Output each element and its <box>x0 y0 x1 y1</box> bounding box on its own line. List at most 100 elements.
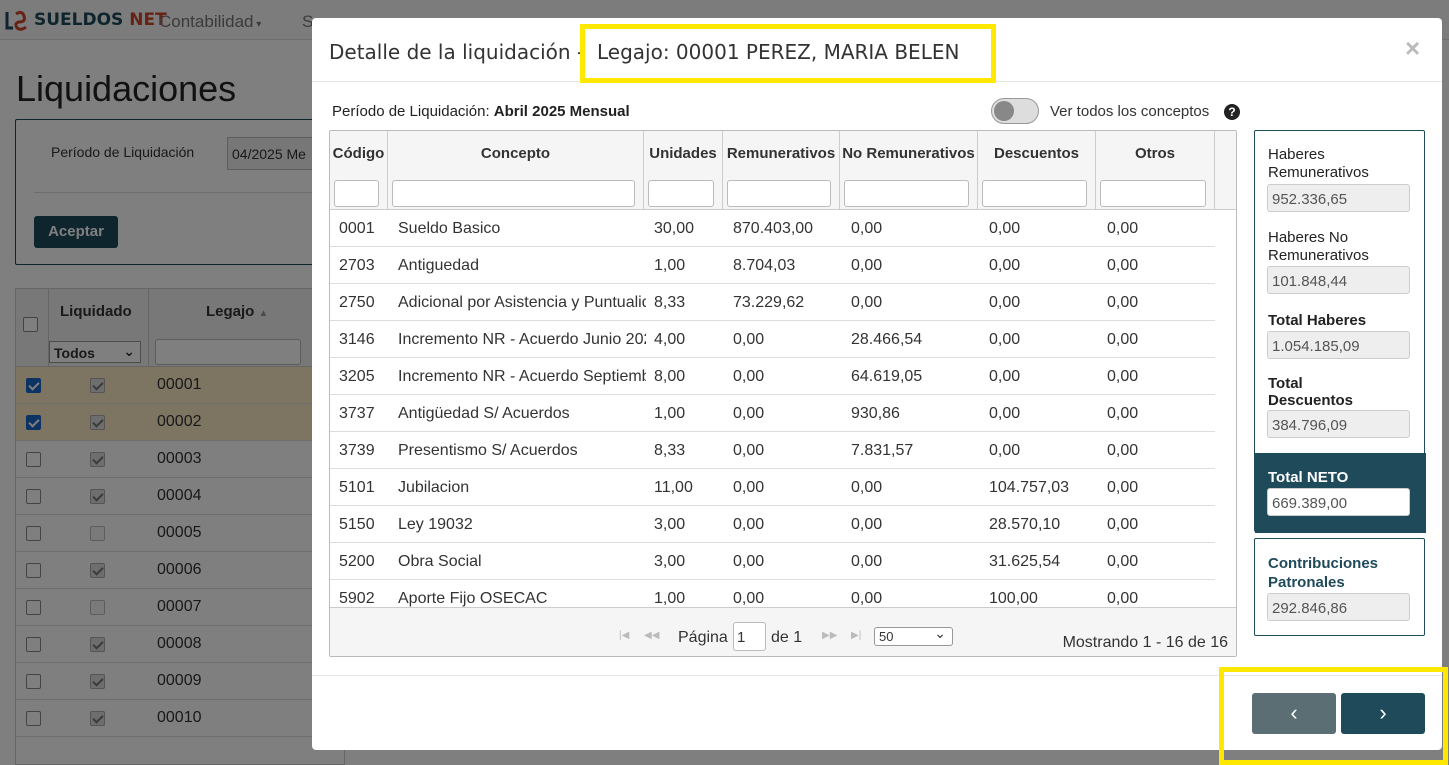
cell-codigo: 2703 <box>339 257 375 274</box>
cell-concepto: Obra Social <box>398 553 482 570</box>
cell-no-remunerativos: 0,00 <box>851 590 883 607</box>
grid-row[interactable]: 5101 Jubilacion 11,00 0,00 0,00 104.757,03 0,0… <box>330 469 1215 506</box>
cell-codigo: 3737 <box>339 405 375 422</box>
cell-remunerativos: 0,00 <box>733 368 765 385</box>
cell-descuentos: 0,00 <box>989 405 1021 422</box>
next-page-icon[interactable]: ▶▶ <box>822 630 837 641</box>
periodo-info: Período de Liquidación: Abril 2025 Mensu… <box>332 103 630 120</box>
total-hab-value: 1.054.185,09 <box>1267 331 1410 359</box>
cell-concepto: Ley 19032 <box>398 516 473 533</box>
cell-descuentos: 31.625,54 <box>989 553 1061 570</box>
cell-no-remunerativos: 0,00 <box>851 257 883 274</box>
hab-rem-label: Haberes Remunerativos <box>1268 146 1369 181</box>
cell-otros: 0,00 <box>1107 331 1139 348</box>
help-icon[interactable]: ? <box>1224 104 1240 120</box>
cell-concepto: Incremento NR - Acuerdo Septiembre <box>398 368 646 385</box>
cell-codigo: 5101 <box>339 479 375 496</box>
cell-remunerativos: 0,00 <box>733 442 765 459</box>
cell-descuentos: 28.570,10 <box>989 516 1061 533</box>
grid-row[interactable]: 2703 Antiguedad 1,00 8.704,03 0,00 0,00 0,00 <box>330 247 1215 284</box>
cell-concepto: Antigüedad S/ Acuerdos <box>398 405 570 422</box>
neto-value: 669.389,00 <box>1267 488 1410 516</box>
contrib-label: Contribuciones Patronales <box>1268 555 1379 591</box>
total-desc-value: 384.796,09 <box>1267 410 1410 438</box>
cell-no-remunerativos: 64.619,05 <box>851 368 923 385</box>
hab-norem-value: 101.848,44 <box>1267 266 1410 294</box>
cell-otros: 0,00 <box>1107 479 1139 496</box>
cell-unidades: 3,00 <box>654 553 686 570</box>
cell-no-remunerativos: 0,00 <box>851 516 883 533</box>
cell-no-remunerativos: 28.466,54 <box>851 331 923 348</box>
grid-scrollbar[interactable] <box>1215 210 1236 606</box>
cell-unidades: 30,00 <box>654 220 695 237</box>
cell-unidades: 1,00 <box>654 590 686 607</box>
cell-unidades: 1,00 <box>654 405 686 422</box>
cell-otros: 0,00 <box>1107 516 1139 533</box>
highlight-legajo <box>580 24 996 83</box>
cell-descuentos: 0,00 <box>989 257 1021 274</box>
contrib-value: 292.846,86 <box>1267 593 1410 621</box>
cell-remunerativos: 0,00 <box>733 331 765 348</box>
grid-row[interactable]: 5150 Ley 19032 3,00 0,00 0,00 28.570,10 0,00 <box>330 506 1215 543</box>
cell-descuentos: 0,00 <box>989 220 1021 237</box>
grid-pager: |◀ ◀◀ Página 1 de 1 ▶▶ ▶| 50 Mostrando 1… <box>330 607 1236 656</box>
cell-unidades: 8,33 <box>654 294 686 311</box>
cell-otros: 0,00 <box>1107 553 1139 570</box>
cell-codigo: 5200 <box>339 553 375 570</box>
close-icon[interactable]: × <box>1405 33 1420 64</box>
grid-row[interactable]: 5902 Aporte Fijo OSECAC 1,00 0,00 0,00 100,00… <box>330 580 1215 607</box>
cell-descuentos: 0,00 <box>989 294 1021 311</box>
cell-concepto: Presentismo S/ Acuerdos <box>398 442 578 459</box>
hab-norem-label: Haberes No Remunerativos <box>1268 229 1369 264</box>
grid-row[interactable]: 2750 Adicional por Asistencia y Puntualid… <box>330 284 1215 321</box>
total-desc-label: Total Descuentos <box>1268 375 1354 409</box>
cell-codigo: 5902 <box>339 590 375 607</box>
grid-row[interactable]: 0001 Sueldo Basico 30,00 870.403,00 0,00 0,00… <box>330 210 1215 247</box>
cell-concepto: Antiguedad <box>398 257 479 274</box>
cell-codigo: 0001 <box>339 220 375 237</box>
haberes-box: Haberes Remunerativos 952.336,65 Haberes… <box>1254 130 1426 533</box>
conceptos-grid: Código Concepto Unidades Remunerativos No Re… <box>329 130 1237 657</box>
cell-concepto: Incremento NR - Acuerdo Junio 2024 <box>398 331 646 348</box>
cell-unidades: 1,00 <box>654 257 686 274</box>
cell-remunerativos: 0,00 <box>733 479 765 496</box>
cell-remunerativos: 8.704,03 <box>733 257 796 274</box>
grid-row[interactable]: 3737 Antigüedad S/ Acuerdos 1,00 0,00 930,86… <box>330 395 1215 432</box>
cell-codigo: 3146 <box>339 331 375 348</box>
last-page-icon[interactable]: ▶| <box>851 630 861 641</box>
total-neto-box: Total NETO 669.389,00 <box>1255 453 1426 533</box>
highlight-nav-buttons <box>1219 667 1448 765</box>
neto-label: Total NETO <box>1268 469 1349 486</box>
modal-title: Detalle de la liquidación - <box>329 40 585 64</box>
cell-concepto: Aporte Fijo OSECAC <box>398 590 548 607</box>
first-page-icon[interactable]: |◀ <box>619 630 629 641</box>
prev-page-icon[interactable]: ◀◀ <box>644 630 659 641</box>
cell-codigo: 2750 <box>339 294 375 311</box>
page-count: de 1 <box>771 629 803 646</box>
cell-no-remunerativos: 7.831,57 <box>851 442 914 459</box>
cell-remunerativos: 0,00 <box>733 553 765 570</box>
pagina-label: Página <box>678 629 728 646</box>
showing-text: Mostrando 1 - 16 de 16 <box>1062 634 1228 651</box>
ver-todos-toggle[interactable] <box>991 98 1039 124</box>
cell-unidades: 8,00 <box>654 368 686 385</box>
grid-row[interactable]: 3205 Incremento NR - Acuerdo Septiembre 8,… <box>330 358 1215 395</box>
grid-row[interactable]: 3739 Presentismo S/ Acuerdos 8,33 0,00 7.831… <box>330 432 1215 469</box>
grid-row[interactable]: 3146 Incremento NR - Acuerdo Junio 2024 4,… <box>330 321 1215 358</box>
cell-descuentos: 0,00 <box>989 368 1021 385</box>
cell-otros: 0,00 <box>1107 294 1139 311</box>
total-hab-label: Total Haberes <box>1268 312 1367 329</box>
page-size-select[interactable]: 50 <box>874 625 953 646</box>
cell-remunerativos: 0,00 <box>733 590 765 607</box>
cell-unidades: 8,33 <box>654 442 686 459</box>
page-input[interactable]: 1 <box>733 622 766 651</box>
grid-row[interactable]: 5200 Obra Social 3,00 0,00 0,00 31.625,54 0,00 <box>330 543 1215 580</box>
cell-no-remunerativos: 0,00 <box>851 479 883 496</box>
liquidacion-detail-modal: Detalle de la liquidación - Legajo: 0000… <box>312 18 1442 750</box>
cell-no-remunerativos: 0,00 <box>851 220 883 237</box>
toggle-label: Ver todos los conceptos <box>1050 103 1210 120</box>
cell-descuentos: 0,00 <box>989 331 1021 348</box>
cell-codigo: 5150 <box>339 516 375 533</box>
cell-concepto: Jubilacion <box>398 479 470 496</box>
cell-otros: 0,00 <box>1107 220 1139 237</box>
